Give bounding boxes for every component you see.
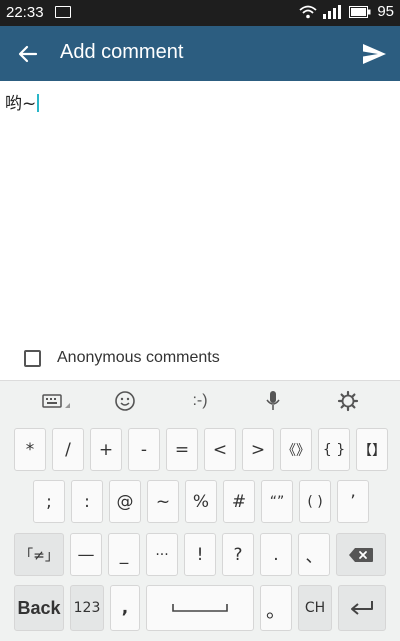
smiley-icon[interactable] <box>112 389 138 413</box>
page-title: Add comment <box>60 41 184 63</box>
status-icons: 95 <box>299 3 394 20</box>
keyboard-toolbar: :-) <box>0 381 400 421</box>
key-double-quotes[interactable]: “” <box>261 480 293 523</box>
microphone-icon[interactable] <box>262 389 284 413</box>
back-arrow-icon[interactable] <box>14 40 42 68</box>
key-em-dash[interactable]: — <box>70 533 102 576</box>
key-asterisk[interactable]: * <box>14 428 46 471</box>
backspace-key[interactable] <box>336 533 386 576</box>
key-percent[interactable]: % <box>185 480 217 523</box>
key-symbol-lock[interactable]: 「≠」 <box>14 533 64 576</box>
key-colon[interactable]: : <box>71 480 103 523</box>
key-parentheses[interactable]: ( ) <box>299 480 331 523</box>
key-period[interactable]: . <box>260 533 292 576</box>
key-plus[interactable]: + <box>90 428 122 471</box>
key-lenticular-brackets[interactable]: 【】 <box>356 428 388 471</box>
wifi-icon <box>299 5 317 18</box>
keyboard: :-) * / + - = < > 《》 { } 【】 ;: @ ~ % # … <box>0 380 400 641</box>
key-greater-than[interactable]: > <box>242 428 274 471</box>
key-chinese-period[interactable]: 。 <box>260 585 292 631</box>
keyboard-switch-icon[interactable] <box>38 389 74 413</box>
key-exclamation[interactable]: ! <box>184 533 216 576</box>
status-bar: 22:33 95 <box>0 0 400 26</box>
backspace-icon <box>349 547 373 562</box>
anonymous-checkbox[interactable] <box>24 349 41 367</box>
numbers-key[interactable]: 123 <box>70 585 104 631</box>
battery-icon <box>349 5 371 18</box>
key-underscore[interactable]: _ <box>108 533 140 576</box>
comment-text: 哟~ <box>5 94 37 114</box>
key-at[interactable]: @ <box>109 480 141 523</box>
signal-icon <box>323 4 342 19</box>
language-switch-key[interactable]: CH <box>298 585 332 631</box>
key-less-than[interactable]: < <box>204 428 236 471</box>
enter-key[interactable] <box>338 585 386 631</box>
space-bar-icon <box>172 604 228 612</box>
text-cursor <box>37 94 40 112</box>
key-curly-braces[interactable]: { } <box>318 428 350 471</box>
key-enumeration-comma[interactable]: 、 <box>298 533 330 576</box>
status-time: 22:33 <box>6 4 44 21</box>
key-apostrophe[interactable]: ’ <box>337 480 369 523</box>
key-minus[interactable]: - <box>128 428 160 471</box>
back-key[interactable]: Back <box>14 585 64 631</box>
anonymous-label: Anonymous comments <box>57 349 220 366</box>
key-hash[interactable]: # <box>223 480 255 523</box>
key-semicolon[interactable]: ; <box>33 480 65 523</box>
key-comma[interactable]: , <box>110 585 140 631</box>
anonymous-option[interactable]: Anonymous comments <box>24 349 220 367</box>
settings-gear-icon[interactable] <box>336 389 360 413</box>
key-book-title-marks[interactable]: 《》 <box>280 428 312 471</box>
key-tilde[interactable]: ~ <box>147 480 179 523</box>
comment-input[interactable]: 哟~ <box>0 81 400 341</box>
image-notification-icon <box>55 6 71 18</box>
send-icon[interactable] <box>360 40 388 68</box>
key-ellipsis[interactable]: ··· <box>146 533 178 576</box>
battery-level: 95 <box>377 3 394 20</box>
space-key[interactable] <box>146 585 254 631</box>
key-question[interactable]: ? <box>222 533 254 576</box>
key-slash[interactable]: / <box>52 428 84 471</box>
enter-icon <box>351 601 373 615</box>
app-bar: Add comment <box>0 26 400 81</box>
key-equals[interactable]: = <box>166 428 198 471</box>
emoticon-button[interactable]: :-) <box>184 389 216 413</box>
